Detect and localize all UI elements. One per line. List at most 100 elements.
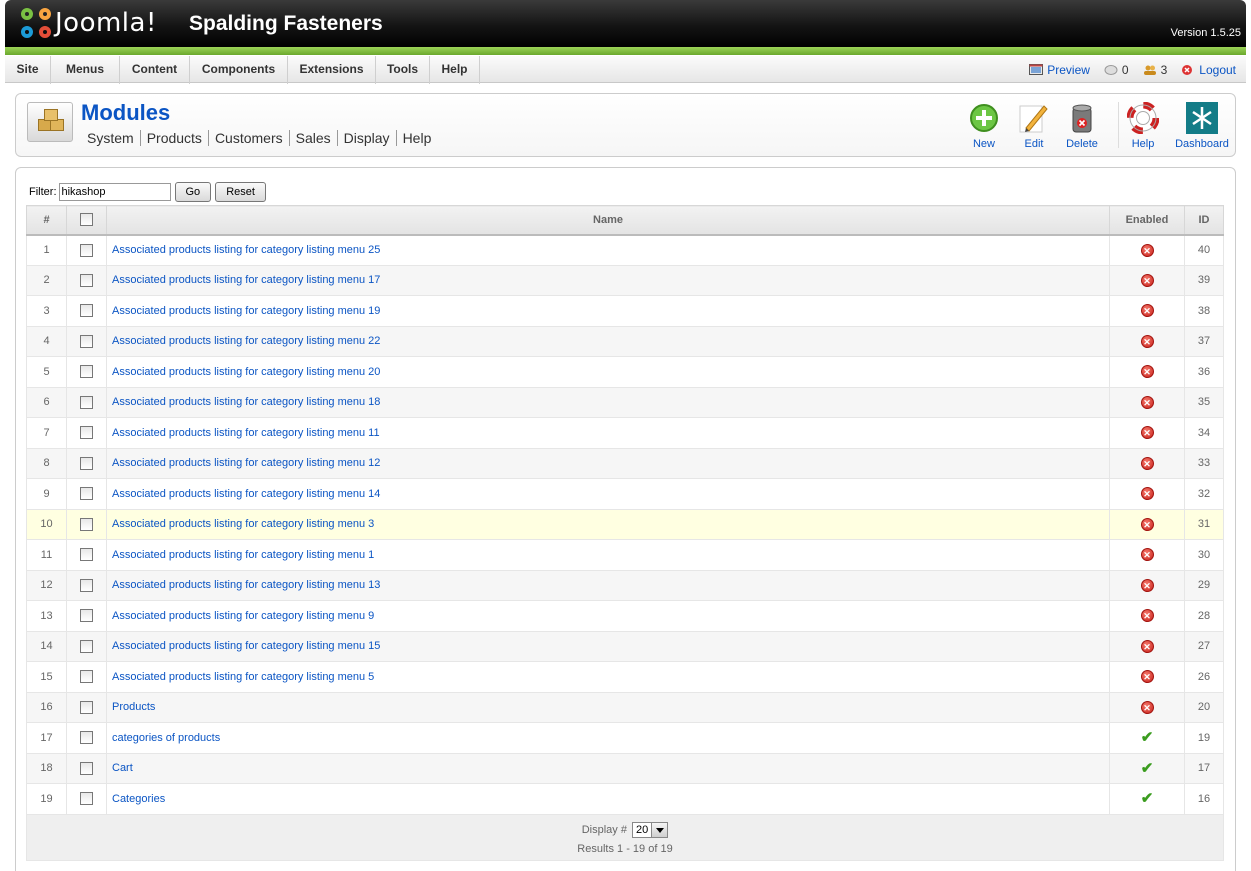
row-checkbox[interactable] xyxy=(80,639,93,653)
enabled-check-icon[interactable]: ✔ xyxy=(1141,761,1154,776)
module-name-link[interactable]: Categories xyxy=(112,793,165,805)
disabled-x-icon[interactable]: ✕ xyxy=(1140,487,1154,501)
reset-button[interactable]: Reset xyxy=(215,182,266,202)
disabled-x-icon[interactable]: ✕ xyxy=(1140,365,1154,379)
row-checkbox[interactable] xyxy=(80,395,93,409)
table-row[interactable]: 14 Associated products listing for catego… xyxy=(26,630,1224,662)
table-row[interactable]: 18 Cart ✔ 17 xyxy=(26,752,1224,784)
table-row[interactable]: 4 Associated products listing for categor… xyxy=(26,325,1224,357)
table-row[interactable]: 19 Categories ✔ 16 xyxy=(26,783,1224,815)
disabled-x-icon[interactable]: ✕ xyxy=(1140,609,1154,623)
row-checkbox[interactable] xyxy=(80,548,93,562)
col-header-enabled[interactable]: Enabled xyxy=(1109,205,1185,236)
module-name-link[interactable]: Associated products listing for category… xyxy=(112,488,380,500)
preview-label[interactable]: Preview xyxy=(1047,57,1090,84)
row-checkbox[interactable] xyxy=(80,731,93,745)
table-row[interactable]: 1 Associated products listing for categor… xyxy=(26,234,1224,266)
submenu-help[interactable]: Help xyxy=(397,130,438,146)
submenu-system[interactable]: System xyxy=(87,130,141,146)
submenu-sales[interactable]: Sales xyxy=(290,130,338,146)
row-checkbox[interactable] xyxy=(80,273,93,287)
module-name-link[interactable]: Associated products listing for category… xyxy=(112,244,380,256)
module-name-link[interactable]: categories of products xyxy=(112,732,220,744)
menu-content[interactable]: Content xyxy=(120,56,190,84)
disabled-x-icon[interactable]: ✕ xyxy=(1140,273,1154,287)
row-checkbox[interactable] xyxy=(80,334,93,348)
table-row[interactable]: 7 Associated products listing for categor… xyxy=(26,417,1224,449)
table-row[interactable]: 11 Associated products listing for catego… xyxy=(26,539,1224,571)
go-button[interactable]: Go xyxy=(174,182,212,202)
messages-count[interactable]: 0 xyxy=(1104,56,1129,84)
help-button[interactable]: Help xyxy=(1112,101,1174,150)
menu-help[interactable]: Help xyxy=(430,56,480,84)
row-checkbox[interactable] xyxy=(80,517,93,531)
table-row[interactable]: 13 Associated products listing for catego… xyxy=(26,600,1224,632)
row-checkbox[interactable] xyxy=(80,487,93,501)
col-header-id[interactable]: ID xyxy=(1184,205,1224,236)
menu-extensions[interactable]: Extensions xyxy=(288,56,376,84)
select-all-checkbox[interactable] xyxy=(80,213,93,227)
users-count[interactable]: 3 xyxy=(1143,56,1167,84)
row-checkbox[interactable] xyxy=(80,456,93,470)
module-name-link[interactable]: Associated products listing for category… xyxy=(112,579,380,591)
disabled-x-icon[interactable]: ✕ xyxy=(1140,304,1154,318)
disabled-x-icon[interactable]: ✕ xyxy=(1140,395,1154,409)
row-checkbox[interactable] xyxy=(80,426,93,440)
dashboard-button[interactable]: Dashboard xyxy=(1171,102,1233,150)
disabled-x-icon[interactable]: ✕ xyxy=(1140,639,1154,653)
enabled-check-icon[interactable]: ✔ xyxy=(1141,730,1154,745)
row-checkbox[interactable] xyxy=(80,761,93,775)
row-checkbox[interactable] xyxy=(80,792,93,806)
module-name-link[interactable]: Associated products listing for category… xyxy=(112,640,380,652)
table-row[interactable]: 15 Associated products listing for catego… xyxy=(26,661,1224,693)
disabled-x-icon[interactable]: ✕ xyxy=(1140,670,1154,684)
module-name-link[interactable]: Associated products listing for category… xyxy=(112,549,374,561)
table-row[interactable]: 8 Associated products listing for categor… xyxy=(26,447,1224,479)
menu-menus[interactable]: Menus xyxy=(51,56,120,84)
module-name-link[interactable]: Associated products listing for category… xyxy=(112,518,374,530)
disabled-x-icon[interactable]: ✕ xyxy=(1140,456,1154,470)
chevron-down-icon[interactable] xyxy=(651,822,668,837)
table-row[interactable]: 9 Associated products listing for categor… xyxy=(26,478,1224,510)
menu-tools[interactable]: Tools xyxy=(376,56,430,84)
logout-label[interactable]: Logout xyxy=(1199,57,1236,84)
module-name-link[interactable]: Products xyxy=(112,701,155,713)
table-row[interactable]: 6 Associated products listing for categor… xyxy=(26,386,1224,418)
row-checkbox[interactable] xyxy=(80,609,93,623)
col-header-name[interactable]: Name xyxy=(106,205,1110,236)
row-checkbox[interactable] xyxy=(80,700,93,714)
table-row[interactable]: 5 Associated products listing for categor… xyxy=(26,356,1224,388)
row-checkbox[interactable] xyxy=(80,243,93,257)
preview-link[interactable]: Preview xyxy=(1029,56,1090,84)
disabled-x-icon[interactable]: ✕ xyxy=(1140,700,1154,714)
table-row[interactable]: 2 Associated products listing for categor… xyxy=(26,264,1224,296)
disabled-x-icon[interactable]: ✕ xyxy=(1140,334,1154,348)
filter-input[interactable] xyxy=(58,183,171,201)
menu-site[interactable]: Site xyxy=(5,56,51,84)
submenu-products[interactable]: Products xyxy=(141,130,209,146)
module-name-link[interactable]: Associated products listing for category… xyxy=(112,396,380,408)
submenu-customers[interactable]: Customers xyxy=(209,130,290,146)
row-checkbox[interactable] xyxy=(80,578,93,592)
disabled-x-icon[interactable]: ✕ xyxy=(1140,243,1154,257)
display-limit-select[interactable]: 20 xyxy=(632,821,669,838)
module-name-link[interactable]: Cart xyxy=(112,762,133,774)
enabled-check-icon[interactable]: ✔ xyxy=(1141,791,1154,806)
row-checkbox[interactable] xyxy=(80,670,93,684)
logout-link[interactable]: Logout xyxy=(1181,56,1236,84)
module-name-link[interactable]: Associated products listing for category… xyxy=(112,457,380,469)
row-checkbox[interactable] xyxy=(80,304,93,318)
module-name-link[interactable]: Associated products listing for category… xyxy=(112,427,380,439)
table-row[interactable]: 3 Associated products listing for categor… xyxy=(26,295,1224,327)
table-row[interactable]: 16 Products ✕ 20 xyxy=(26,691,1224,723)
disabled-x-icon[interactable]: ✕ xyxy=(1140,548,1154,562)
module-name-link[interactable]: Associated products listing for category… xyxy=(112,305,380,317)
disabled-x-icon[interactable]: ✕ xyxy=(1140,426,1154,440)
disabled-x-icon[interactable]: ✕ xyxy=(1140,517,1154,531)
submenu-display[interactable]: Display xyxy=(338,130,397,146)
module-name-link[interactable]: Associated products listing for category… xyxy=(112,366,380,378)
table-row[interactable]: 10 Associated products listing for catego… xyxy=(26,508,1224,540)
module-name-link[interactable]: Associated products listing for category… xyxy=(112,671,374,683)
menu-components[interactable]: Components xyxy=(190,56,288,84)
row-checkbox[interactable] xyxy=(80,365,93,379)
